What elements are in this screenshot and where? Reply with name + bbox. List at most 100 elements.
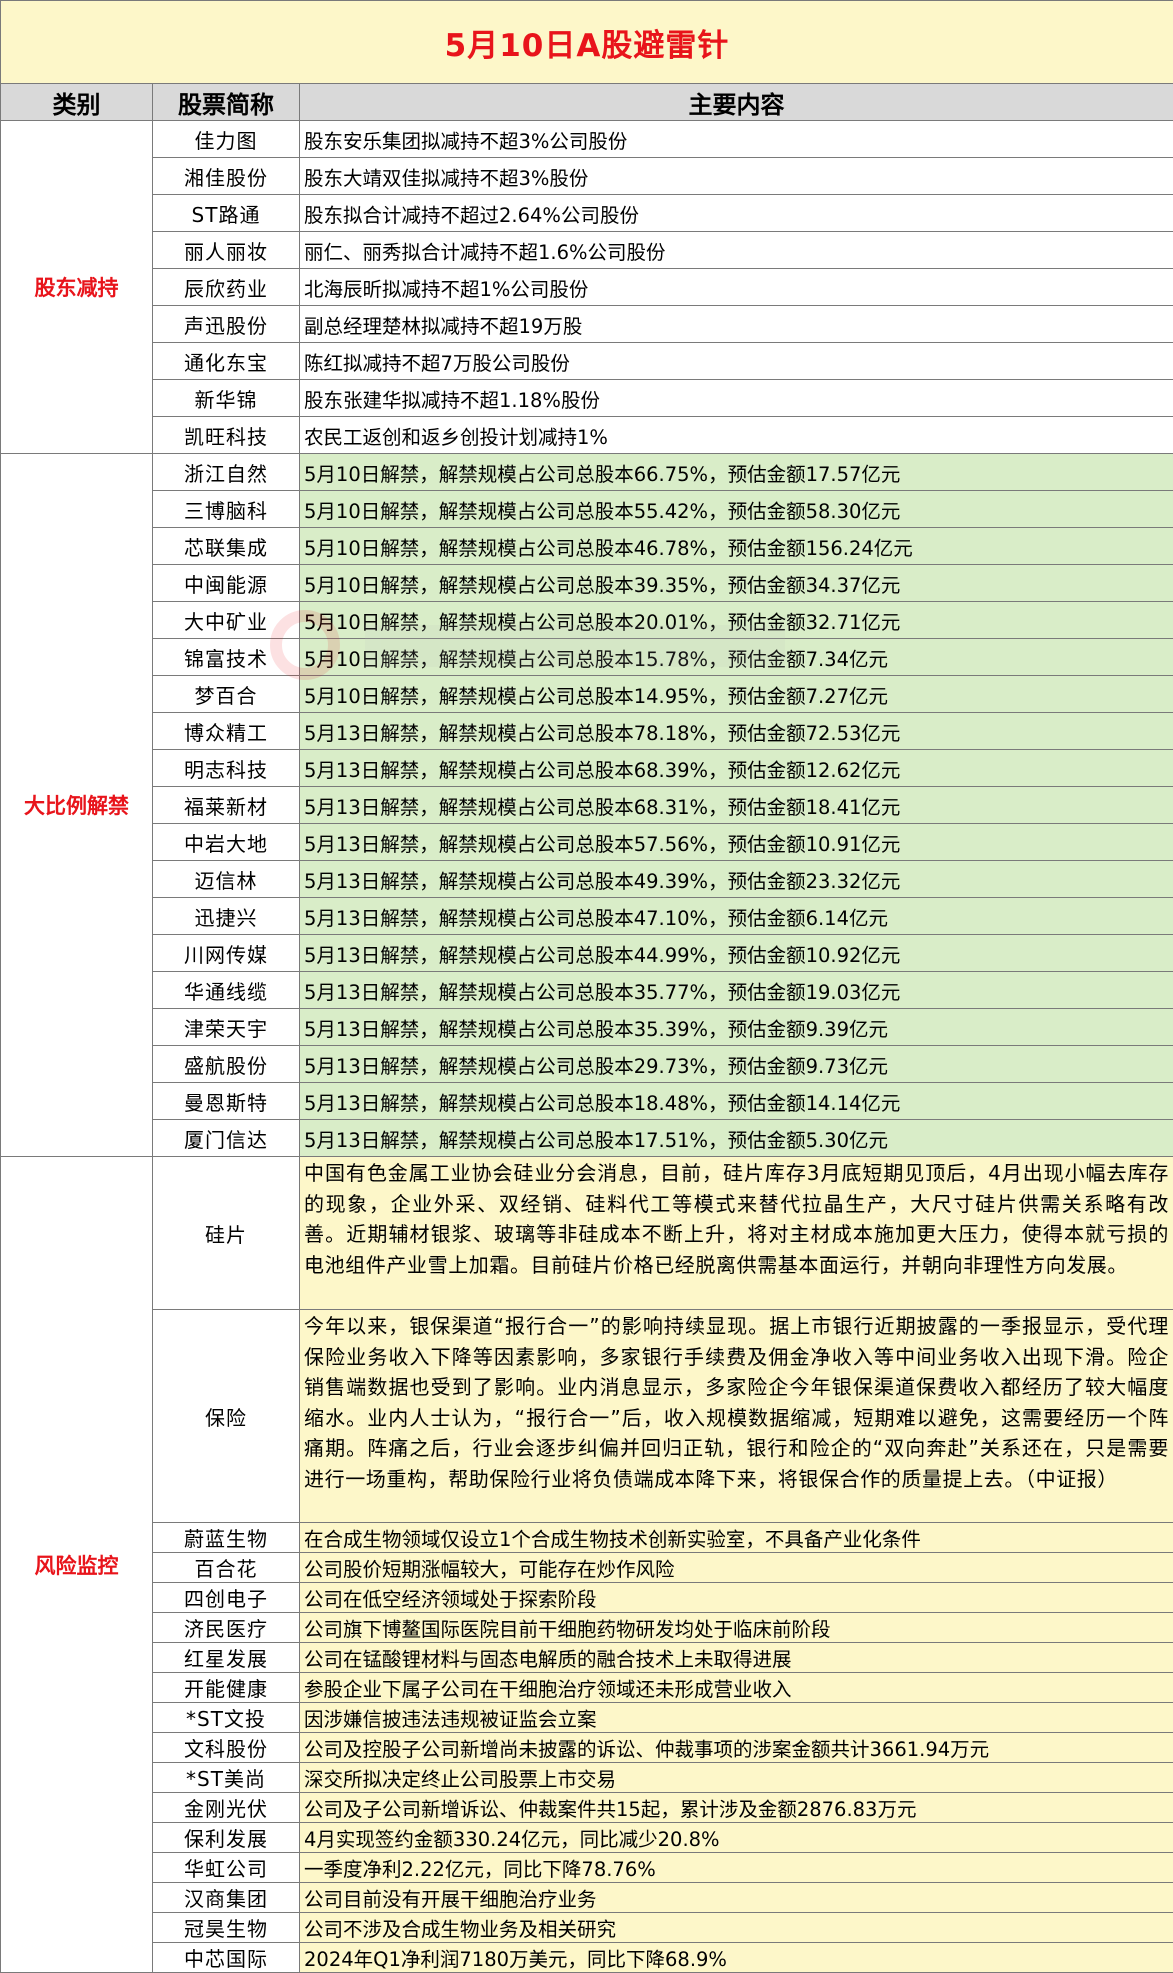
- detail-content: 公司目前没有开展干细胞治疗业务: [300, 1883, 1173, 1913]
- stock-name: 浙江自然: [153, 454, 300, 491]
- stock-name: 百合花: [153, 1553, 300, 1583]
- table-row: 凯旺科技农民工返创和返乡创投计划减持1%: [1, 417, 1173, 454]
- table-row: *ST文投因涉嫌信披违法违规被证监会立案: [1, 1703, 1173, 1733]
- table-row: 辰欣药业北海辰昕拟减持不超1%公司股份: [1, 269, 1173, 306]
- header-content: 主要内容: [300, 84, 1173, 121]
- table-row: 大中矿业5月10日解禁，解禁规模占公司总股本20.01%，预估金额32.71亿元: [1, 602, 1173, 639]
- table-row: 文科股份公司及控股子公司新增尚未披露的诉讼、仲裁事项的涉案金额共计3661.94…: [1, 1733, 1173, 1763]
- stock-name: 川网传媒: [153, 935, 300, 972]
- detail-content: 深交所拟决定终止公司股票上市交易: [300, 1763, 1173, 1793]
- detail-content: 5月10日解禁，解禁规模占公司总股本15.78%，预估金额7.34亿元: [300, 639, 1173, 676]
- stock-name: 佳力图: [153, 121, 300, 158]
- table-row: 芯联集成5月10日解禁，解禁规模占公司总股本46.78%，预估金额156.24亿…: [1, 528, 1173, 565]
- table-row: 梦百合5月10日解禁，解禁规模占公司总股本14.95%，预估金额7.27亿元: [1, 676, 1173, 713]
- table-row: 红星发展公司在锰酸锂材料与固态电解质的融合技术上未取得进展: [1, 1643, 1173, 1673]
- detail-content: 5月13日解禁，解禁规模占公司总股本18.48%，预估金额14.14亿元: [300, 1083, 1173, 1120]
- detail-content: 中国有色金属工业协会硅业分会消息，目前，硅片库存3月底短期见顶后，4月出现小幅去…: [300, 1157, 1173, 1310]
- stock-name: 红星发展: [153, 1643, 300, 1673]
- table-row: 厦门信达5月13日解禁，解禁规模占公司总股本17.51%，预估金额5.30亿元: [1, 1120, 1173, 1157]
- stock-name: 硅片: [153, 1157, 300, 1310]
- detail-content: 5月10日解禁，解禁规模占公司总股本46.78%，预估金额156.24亿元: [300, 528, 1173, 565]
- stock-name: 中岩大地: [153, 824, 300, 861]
- stock-name: 金刚光伏: [153, 1793, 300, 1823]
- stock-name: 济民医疗: [153, 1613, 300, 1643]
- detail-content: 股东拟合计减持不超过2.64%公司股份: [300, 195, 1173, 232]
- detail-content: 股东大靖双佳拟减持不超3%股份: [300, 158, 1173, 195]
- table-row: *ST美尚深交所拟决定终止公司股票上市交易: [1, 1763, 1173, 1793]
- category-group2: 大比例解禁: [1, 454, 153, 1157]
- detail-content: 4月实现签约金额330.24亿元，同比减少20.8%: [300, 1823, 1173, 1853]
- table-row: 保利发展4月实现签约金额330.24亿元，同比减少20.8%: [1, 1823, 1173, 1853]
- detail-content: 5月13日解禁，解禁规模占公司总股本17.51%，预估金额5.30亿元: [300, 1120, 1173, 1157]
- stock-name: 锦富技术: [153, 639, 300, 676]
- stock-name: 凯旺科技: [153, 417, 300, 454]
- stock-name: 华虹公司: [153, 1853, 300, 1883]
- stock-name: 冠昊生物: [153, 1913, 300, 1943]
- detail-content: 副总经理楚林拟减持不超19万股: [300, 306, 1173, 343]
- detail-content: 股东张建华拟减持不超1.18%股份: [300, 380, 1173, 417]
- stock-name: 芯联集成: [153, 528, 300, 565]
- table-row: 保险今年以来，银保渠道“报行合一”的影响持续显现。据上市银行近期披露的一季报显示…: [1, 1310, 1173, 1523]
- table-row: 风险监控硅片中国有色金属工业协会硅业分会消息，目前，硅片库存3月底短期见顶后，4…: [1, 1157, 1173, 1310]
- stock-name: 蔚蓝生物: [153, 1523, 300, 1553]
- table-row: 新华锦股东张建华拟减持不超1.18%股份: [1, 380, 1173, 417]
- stock-name: 开能健康: [153, 1673, 300, 1703]
- detail-content: 5月13日解禁，解禁规模占公司总股本47.10%，预估金额6.14亿元: [300, 898, 1173, 935]
- stock-name: 福莱新材: [153, 787, 300, 824]
- stock-name: 盛航股份: [153, 1046, 300, 1083]
- category-group1: 股东减持: [1, 121, 153, 454]
- detail-content: 5月10日解禁，解禁规模占公司总股本66.75%，预估金额17.57亿元: [300, 454, 1173, 491]
- table-row: 金刚光伏公司及子公司新增诉讼、仲裁案件共15起，累计涉及金额2876.83万元: [1, 1793, 1173, 1823]
- stock-name: ST路通: [153, 195, 300, 232]
- table-row: 迅捷兴5月13日解禁，解禁规模占公司总股本47.10%，预估金额6.14亿元: [1, 898, 1173, 935]
- stock-risk-table: 5月10日A股避雷针 类别 股票简称 主要内容 股东减持佳力图股东安乐集团拟减持…: [0, 0, 1173, 1973]
- table-row: 迈信林5月13日解禁，解禁规模占公司总股本49.39%，预估金额23.32亿元: [1, 861, 1173, 898]
- detail-content: 5月10日解禁，解禁规模占公司总股本20.01%，预估金额32.71亿元: [300, 602, 1173, 639]
- detail-content: 5月13日解禁，解禁规模占公司总股本49.39%，预估金额23.32亿元: [300, 861, 1173, 898]
- detail-content: 一季度净利2.22亿元，同比下降78.76%: [300, 1853, 1173, 1883]
- stock-name: 通化东宝: [153, 343, 300, 380]
- detail-content: 5月13日解禁，解禁规模占公司总股本78.18%，预估金额72.53亿元: [300, 713, 1173, 750]
- table-row: 博众精工5月13日解禁，解禁规模占公司总股本78.18%，预估金额72.53亿元: [1, 713, 1173, 750]
- stock-name: 保利发展: [153, 1823, 300, 1853]
- stock-name: 博众精工: [153, 713, 300, 750]
- stock-name: 迅捷兴: [153, 898, 300, 935]
- table-row: 开能健康参股企业下属子公司在干细胞治疗领域还未形成营业收入: [1, 1673, 1173, 1703]
- detail-content: 公司不涉及合成生物业务及相关研究: [300, 1913, 1173, 1943]
- table-row: 通化东宝陈红拟减持不超7万股公司股份: [1, 343, 1173, 380]
- page-title: 5月10日A股避雷针: [1, 1, 1173, 84]
- detail-content: 在合成生物领域仅设立1个合成生物技术创新实验室，不具备产业化条件: [300, 1523, 1173, 1553]
- stock-name: 明志科技: [153, 750, 300, 787]
- stock-name: 中闽能源: [153, 565, 300, 602]
- detail-content: 5月13日解禁，解禁规模占公司总股本44.99%，预估金额10.92亿元: [300, 935, 1173, 972]
- detail-content: 2024年Q1净利润7180万美元，同比下降68.9%: [300, 1943, 1173, 1973]
- detail-content: 5月10日解禁，解禁规模占公司总股本14.95%，预估金额7.27亿元: [300, 676, 1173, 713]
- stock-name: *ST文投: [153, 1703, 300, 1733]
- stock-name: 三博脑科: [153, 491, 300, 528]
- stock-name: 厦门信达: [153, 1120, 300, 1157]
- detail-content: 公司在低空经济领域处于探索阶段: [300, 1583, 1173, 1613]
- table-row: 四创电子公司在低空经济领域处于探索阶段: [1, 1583, 1173, 1613]
- detail-content: 今年以来，银保渠道“报行合一”的影响持续显现。据上市银行近期披露的一季报显示，受…: [300, 1310, 1173, 1523]
- stock-name: 新华锦: [153, 380, 300, 417]
- stock-name: 中芯国际: [153, 1943, 300, 1973]
- detail-content: 公司股价短期涨幅较大，可能存在炒作风险: [300, 1553, 1173, 1583]
- table-row: 华虹公司一季度净利2.22亿元，同比下降78.76%: [1, 1853, 1173, 1883]
- detail-content: 公司及控股子公司新增尚未披露的诉讼、仲裁事项的涉案金额共计3661.94万元: [300, 1733, 1173, 1763]
- table-row: 中芯国际2024年Q1净利润7180万美元，同比下降68.9%: [1, 1943, 1173, 1973]
- table-row: 三博脑科5月10日解禁，解禁规模占公司总股本55.42%，预估金额58.30亿元: [1, 491, 1173, 528]
- category-group3: 风险监控: [1, 1157, 153, 1973]
- stock-name: 湘佳股份: [153, 158, 300, 195]
- table-row: 百合花公司股价短期涨幅较大，可能存在炒作风险: [1, 1553, 1173, 1583]
- stock-name: 梦百合: [153, 676, 300, 713]
- detail-content: 公司及子公司新增诉讼、仲裁案件共15起，累计涉及金额2876.83万元: [300, 1793, 1173, 1823]
- table-row: 锦富技术5月10日解禁，解禁规模占公司总股本15.78%，预估金额7.34亿元: [1, 639, 1173, 676]
- stock-name: 迈信林: [153, 861, 300, 898]
- detail-content: 5月10日解禁，解禁规模占公司总股本39.35%，预估金额34.37亿元: [300, 565, 1173, 602]
- detail-content: 5月13日解禁，解禁规模占公司总股本68.39%，预估金额12.62亿元: [300, 750, 1173, 787]
- stock-name: 丽人丽妆: [153, 232, 300, 269]
- detail-content: 丽仁、丽秀拟合计减持不超1.6%公司股份: [300, 232, 1173, 269]
- table-row: 津荣天宇5月13日解禁，解禁规模占公司总股本35.39%，预估金额9.39亿元: [1, 1009, 1173, 1046]
- stock-name: 汉商集团: [153, 1883, 300, 1913]
- table-row: 川网传媒5月13日解禁，解禁规模占公司总股本44.99%，预估金额10.92亿元: [1, 935, 1173, 972]
